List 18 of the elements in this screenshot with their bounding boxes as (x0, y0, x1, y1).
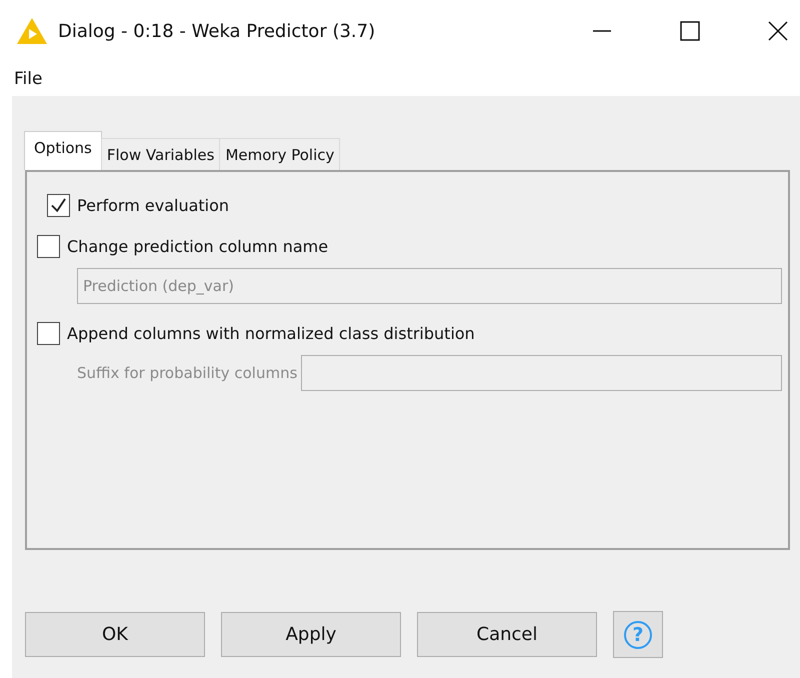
close-icon[interactable] (768, 21, 788, 41)
tab[interactable]: Options (24, 131, 102, 170)
checkbox-label: Perform evaluation (77, 196, 230, 215)
app-logo-icon (16, 17, 48, 45)
tab[interactable]: Memory Policy (219, 138, 340, 170)
dialog-button[interactable]: Cancel (417, 612, 597, 657)
dialog-button[interactable]: OK (25, 612, 205, 657)
window-title: Dialog - 0:18 - Weka Predictor (3.7) (58, 20, 376, 42)
tab[interactable]: Flow Variables (100, 138, 220, 170)
checkbox[interactable] (47, 194, 70, 217)
dialog-button[interactable]: Apply (221, 612, 401, 657)
maximize-icon[interactable] (680, 21, 700, 41)
checkbox[interactable] (37, 235, 60, 258)
checkbox-label: Change prediction column name (67, 237, 328, 256)
checkbox[interactable] (37, 322, 60, 345)
menu-item[interactable]: File (14, 69, 42, 89)
checkbox-label: Append columns with normalized class distribution (67, 324, 475, 343)
field-label: Suffix for probability columns (77, 364, 298, 382)
